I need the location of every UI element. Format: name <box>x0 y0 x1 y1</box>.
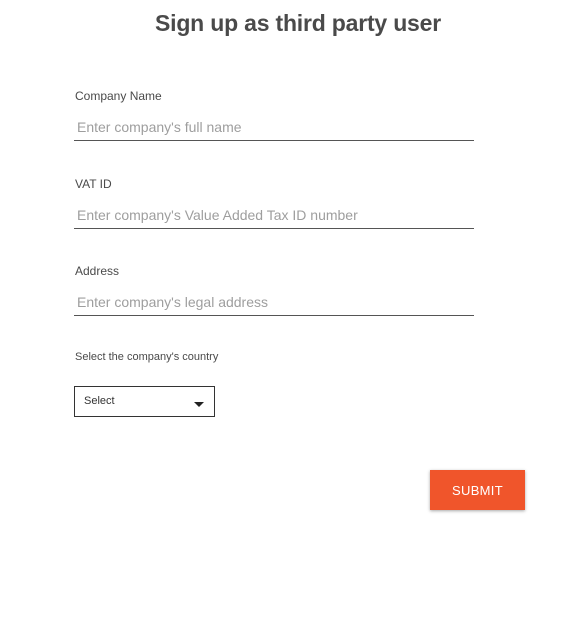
address-field: Address <box>74 264 474 316</box>
address-input[interactable] <box>74 288 474 316</box>
submit-button[interactable]: SUBMIT <box>430 470 525 510</box>
country-label: Select the company's country <box>75 351 219 363</box>
company-name-input[interactable] <box>74 113 474 141</box>
vat-id-label: VAT ID <box>75 177 112 191</box>
country-select-value: Select <box>84 395 115 407</box>
page-title: Sign up as third party user <box>155 10 441 36</box>
company-name-field: Company Name <box>74 89 474 141</box>
country-select[interactable]: Select <box>74 386 215 417</box>
vat-id-field: VAT ID <box>74 177 474 229</box>
company-name-label: Company Name <box>75 89 162 103</box>
caret-down-icon <box>194 402 204 407</box>
vat-id-input[interactable] <box>74 201 474 229</box>
address-label: Address <box>75 264 120 278</box>
